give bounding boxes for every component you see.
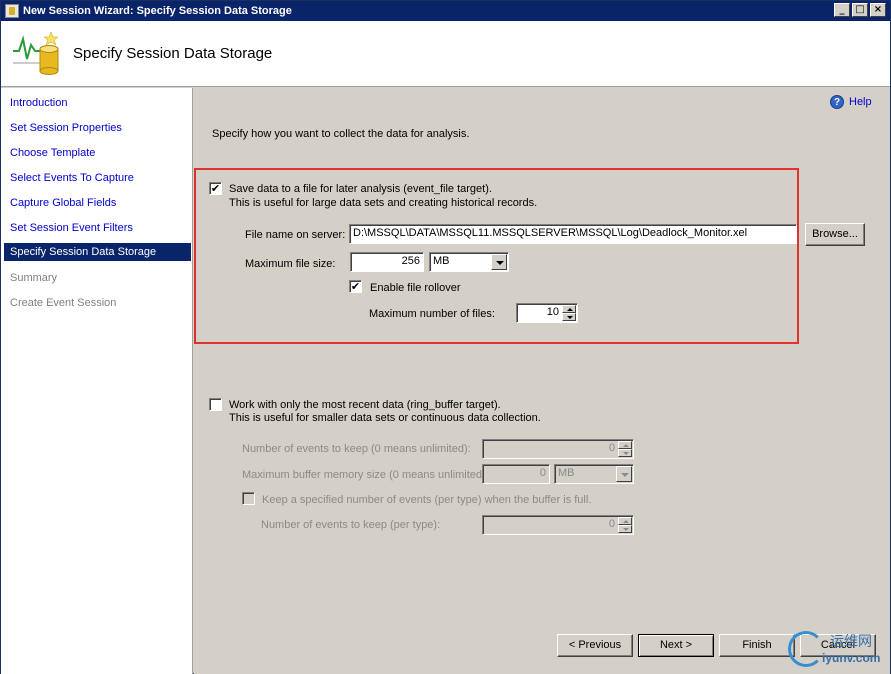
watermark-text-cn: 运维网 (830, 634, 872, 650)
save-to-file-description: This is useful for large data sets and c… (229, 197, 538, 209)
enable-rollover-label: Enable file rollover (370, 282, 461, 294)
intro-text: Specify how you want to collect the data… (212, 128, 470, 140)
database-chart-icon (13, 31, 59, 75)
close-button[interactable]: × (870, 3, 886, 17)
app-icon (5, 4, 19, 18)
browse-button[interactable]: Browse... (805, 223, 865, 246)
window-controls: _ □ × (834, 3, 886, 17)
sidebar-item-summary: Summary (10, 272, 58, 284)
previous-button[interactable]: < Previous (557, 634, 633, 657)
sidebar-item-select-events[interactable]: Select Events To Capture (4, 169, 191, 187)
sidebar-item-introduction[interactable]: Introduction (4, 94, 191, 112)
help-label: Help (849, 96, 872, 108)
max-files-label: Maximum number of files: (369, 308, 495, 320)
max-file-size-input[interactable]: 256 (350, 252, 424, 272)
events-to-keep-label: Number of events to keep (0 means unlimi… (242, 443, 471, 455)
watermark-logo-icon (788, 631, 824, 667)
save-to-file-label: Save data to a file for later analysis (… (229, 183, 492, 195)
file-name-input[interactable]: D:\MSSQL\DATA\MSSQL11.MSSQLSERVER\MSSQL\… (349, 224, 797, 244)
chevron-down-icon[interactable] (491, 254, 507, 270)
keep-per-type-checkbox (242, 492, 255, 505)
save-to-file-checkbox[interactable]: ✔ (209, 182, 222, 195)
max-files-stepper[interactable]: 10 (516, 303, 578, 323)
minimize-button[interactable]: _ (834, 3, 850, 17)
ring-buffer-label: Work with only the most recent data (rin… (229, 399, 501, 411)
events-to-keep-spin-buttons (618, 441, 632, 457)
wizard-steps-sidebar: Introduction Set Session Properties Choo… (1, 88, 193, 674)
maximize-button[interactable]: □ (852, 3, 868, 17)
watermark-text-url: iyunv.com (822, 651, 881, 665)
sidebar-item-capture-global-fields[interactable]: Capture Global Fields (4, 194, 191, 212)
help-link[interactable]: ? Help (830, 95, 872, 109)
max-file-size-unit-select[interactable]: MB (429, 252, 509, 272)
ring-buffer-description: This is useful for smaller data sets or … (229, 412, 541, 424)
max-buffer-memory-unit-select: MB (554, 464, 634, 484)
max-file-size-label: Maximum file size: (245, 258, 336, 270)
max-files-spin-buttons[interactable] (562, 305, 576, 321)
title-bar: New Session Wizard: Specify Session Data… (1, 1, 890, 21)
max-buffer-memory-label: Maximum buffer memory size (0 means unli… (242, 469, 489, 481)
ring-buffer-checkbox[interactable] (209, 398, 222, 411)
per-type-count-spin-buttons (618, 517, 632, 533)
help-icon: ? (830, 95, 844, 109)
sidebar-item-set-event-filters[interactable]: Set Session Event Filters (4, 219, 191, 237)
max-buffer-memory-input: 0 (482, 464, 550, 484)
wizard-header: Specify Session Data Storage (1, 21, 890, 87)
sidebar-item-choose-template[interactable]: Choose Template (4, 144, 191, 162)
sidebar-item-set-session-properties[interactable]: Set Session Properties (4, 119, 191, 137)
per-type-count-value: 0 (608, 518, 615, 530)
file-name-label: File name on server: (245, 229, 346, 241)
sidebar-item-create-event-session: Create Event Session (10, 297, 117, 309)
events-to-keep-value: 0 (608, 442, 615, 454)
per-type-count-label: Number of events to keep (per type): (261, 519, 441, 531)
wizard-window: New Session Wizard: Specify Session Data… (0, 0, 891, 674)
chevron-down-icon (616, 466, 632, 482)
page-title: Specify Session Data Storage (73, 45, 273, 62)
max-buffer-memory-unit-value: MB (558, 467, 575, 479)
window-title: New Session Wizard: Specify Session Data… (23, 5, 292, 17)
wizard-content: ? Help Specify how you want to collect t… (194, 88, 890, 674)
keep-per-type-label: Keep a specified number of events (per t… (262, 494, 592, 506)
max-file-size-unit-value: MB (433, 255, 450, 267)
next-button[interactable]: Next > (638, 634, 714, 657)
sidebar-item-specify-data-storage[interactable]: Specify Session Data Storage (4, 243, 191, 261)
per-type-count-stepper: 0 (482, 515, 634, 535)
max-files-value: 10 (546, 306, 559, 318)
events-to-keep-stepper: 0 (482, 439, 634, 459)
enable-rollover-checkbox[interactable]: ✔ (349, 280, 362, 293)
site-watermark: 运维网 iyunv.com (784, 629, 889, 671)
